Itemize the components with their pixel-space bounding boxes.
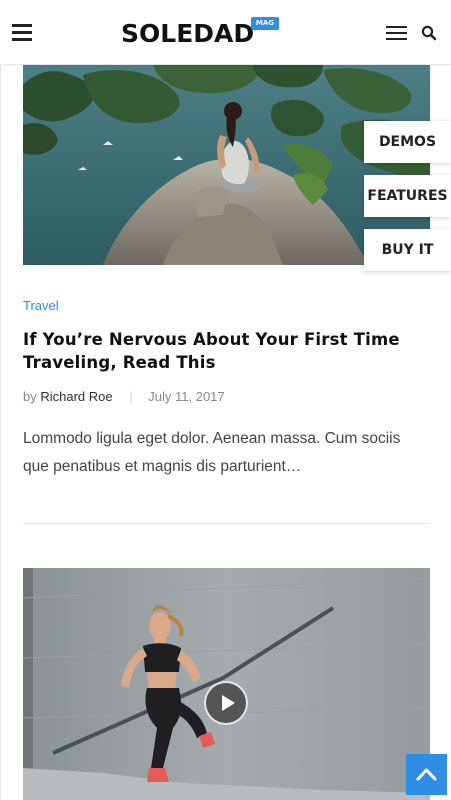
post-author-link[interactable]: Richard Roe — [40, 389, 112, 404]
buy-it-button[interactable]: BUY IT — [364, 229, 451, 271]
site-header: SOLEDAD MAG — [0, 0, 451, 65]
site-logo[interactable]: SOLEDAD — [121, 19, 254, 49]
scroll-to-top-button[interactable] — [406, 754, 447, 795]
left-border — [0, 65, 1, 800]
chevron-up-icon — [416, 768, 437, 781]
search-icon[interactable] — [421, 25, 437, 41]
post-category-link[interactable]: Travel — [23, 298, 59, 313]
hamburger-icon[interactable] — [12, 24, 32, 41]
logo-badge: MAG — [251, 17, 279, 30]
meta-separator: | — [129, 389, 133, 404]
post-divider — [23, 523, 430, 524]
demos-button[interactable]: DEMOS — [364, 121, 451, 163]
post-date: July 11, 2017 — [148, 389, 225, 404]
post-title-link[interactable]: If You’re Nervous About Your First Time … — [23, 328, 423, 374]
features-button[interactable]: FEATURES — [364, 175, 451, 217]
post-meta: by Richard Roe | July 11, 2017 — [23, 389, 225, 405]
post-excerpt: Lommodo ligula eget dolor. Aenean massa.… — [23, 430, 401, 475]
menu-lines-icon[interactable] — [386, 26, 407, 40]
play-icon[interactable] — [204, 681, 248, 725]
meta-by-label: by — [23, 389, 37, 404]
